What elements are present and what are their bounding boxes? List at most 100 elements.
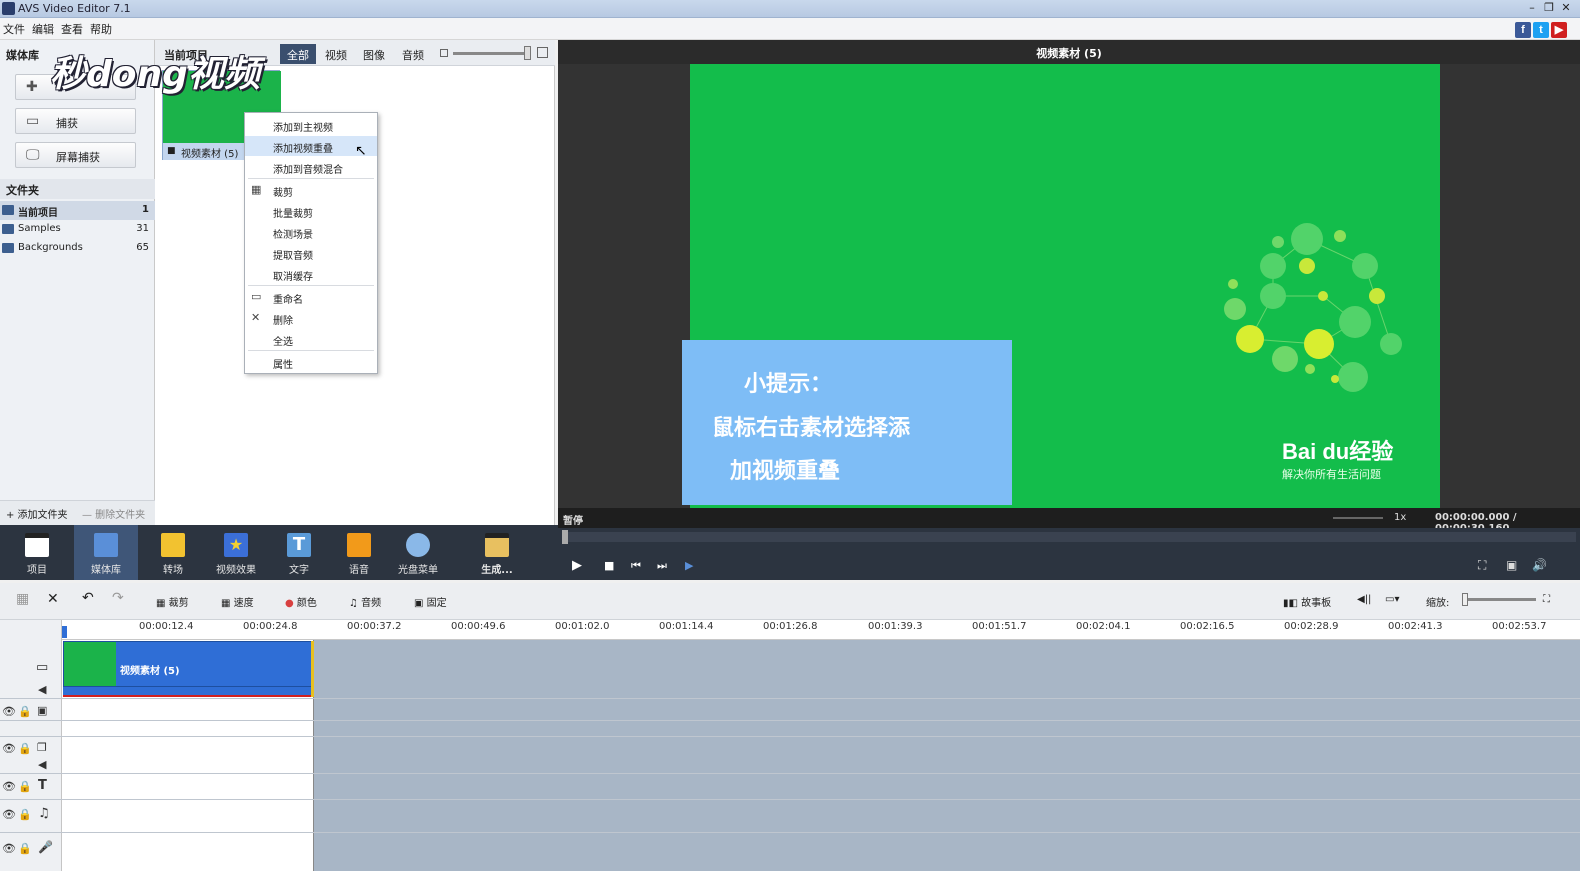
delete-icon[interactable]: ✕ xyxy=(47,591,59,607)
toolbar-text[interactable]: T 文字 xyxy=(267,525,331,580)
fit-timeline-icon[interactable]: ⛶ xyxy=(1543,594,1550,605)
grid-icon[interactable]: ▦ xyxy=(16,591,29,607)
trim-button[interactable]: ▦ 裁剪 xyxy=(156,594,189,609)
menu-item-add-audio-mix[interactable]: 添加到音频混合 xyxy=(245,157,377,177)
storyboard-button[interactable]: ▮◧ 故事板 xyxy=(1283,594,1331,609)
lock-icon[interactable]: 🔒 xyxy=(18,780,32,793)
color-button[interactable]: ● 颜色 xyxy=(285,594,317,609)
tip-line-2: 加视频重叠 xyxy=(730,459,841,484)
menu-item-add-main[interactable]: 添加到主视频 xyxy=(245,115,377,135)
maximize-button[interactable]: ❐ xyxy=(1541,1,1557,16)
storyboard-icon: ▮◧ xyxy=(1283,598,1302,609)
speed-slider[interactable] xyxy=(1333,517,1383,519)
tab-all[interactable]: 全部 xyxy=(280,44,316,64)
toolbar-transitions[interactable]: 转场 xyxy=(141,525,205,580)
menu-item-select-all[interactable]: 全选 xyxy=(245,329,377,349)
ruler-tick: 00:00:24.8 xyxy=(243,621,298,632)
seek-bar[interactable] xyxy=(562,532,1576,542)
toolbar-project[interactable]: 项目 xyxy=(5,525,69,580)
toolbar-label: 生成... xyxy=(481,565,513,576)
toolbar-voice[interactable]: 语音 xyxy=(327,525,391,580)
snapshot-icon[interactable]: ▣ xyxy=(1506,558,1517,572)
toolbar-label: 项目 xyxy=(27,565,47,576)
eye-icon[interactable]: 👁 xyxy=(2,742,16,755)
timeline-ruler[interactable]: 00:00:12.4 00:00:24.8 00:00:37.2 00:00:4… xyxy=(62,620,1580,640)
menu-file[interactable]: 文件 xyxy=(0,18,29,37)
menu-item-clear-cache[interactable]: 取消缓存 xyxy=(245,264,377,284)
undo-icon[interactable]: ↶ xyxy=(82,590,94,606)
zoom-slider[interactable] xyxy=(1462,598,1536,601)
youtube-icon[interactable]: ▶ xyxy=(1551,22,1567,38)
playhead[interactable] xyxy=(62,626,67,638)
clip-end-handle[interactable] xyxy=(311,641,314,697)
play-button[interactable]: ▶ xyxy=(572,558,582,573)
menu-view[interactable]: 查看 xyxy=(58,18,87,37)
folder-backgrounds[interactable]: Backgrounds 65 xyxy=(0,239,155,258)
delete-folder-button[interactable]: — 删除文件夹 xyxy=(82,506,145,521)
folder-icon xyxy=(2,224,14,234)
next-frame-button[interactable]: ⏭ xyxy=(657,559,667,573)
volume-icon[interactable]: 🔊 xyxy=(1532,558,1547,572)
display-mode-icon[interactable]: ▭▾ xyxy=(1385,594,1399,605)
menu-separator xyxy=(248,285,374,286)
toolbar-video-effects[interactable]: ★ 视频效果 xyxy=(204,525,268,580)
tab-video[interactable]: 视频 xyxy=(318,44,354,64)
timeline-clip[interactable]: 视频素材 (5) xyxy=(63,641,313,687)
stop-button[interactable]: ■ xyxy=(604,559,614,572)
facebook-icon[interactable]: f xyxy=(1515,22,1531,38)
clip-audio-track[interactable] xyxy=(63,687,313,697)
tab-audio[interactable]: 音频 xyxy=(395,44,431,64)
freeze-button[interactable]: ▣ 固定 xyxy=(414,594,447,609)
large-size-icon xyxy=(537,47,548,58)
lock-icon[interactable]: 🔒 xyxy=(18,705,32,718)
audio-mute-icon[interactable]: ◀ xyxy=(38,758,46,771)
tab-image[interactable]: 图像 xyxy=(356,44,392,64)
eye-icon[interactable]: 👁 xyxy=(2,780,16,793)
menu-item-rename[interactable]: ▭ 重命名 xyxy=(245,287,377,307)
loop-icon[interactable]: ▶ xyxy=(685,559,693,572)
menu-help[interactable]: 帮助 xyxy=(87,18,116,37)
audio-mute-icon[interactable]: ◀ xyxy=(38,683,46,696)
minimize-button[interactable]: – xyxy=(1524,1,1540,16)
video-icon: ■ xyxy=(167,146,176,156)
add-folder-button[interactable]: + 添加文件夹 xyxy=(6,506,68,521)
tip-line-1: 鼠标右击素材选择添 xyxy=(712,416,911,441)
menu-item-delete[interactable]: ✕ 删除 xyxy=(245,308,377,328)
capture-button[interactable]: ▭ 捕获 xyxy=(15,108,136,134)
thumb-size-slider[interactable] xyxy=(453,52,531,55)
lock-icon[interactable]: 🔒 xyxy=(18,842,32,855)
speed-icon: ▦ xyxy=(221,598,234,609)
toolbar-produce[interactable]: 生成... xyxy=(465,525,529,580)
main-toolbar: 项目 媒体库 转场 ★ 视频效果 T 文字 语音 光盘菜单 生成... xyxy=(0,525,558,580)
eye-icon[interactable]: 👁 xyxy=(2,705,16,718)
lock-icon[interactable]: 🔒 xyxy=(18,808,32,821)
screen-capture-button[interactable]: 🖵 屏幕捕获 xyxy=(15,142,136,168)
audio-levels-icon[interactable]: ◀|| xyxy=(1357,594,1371,605)
menu-item-extract-audio[interactable]: 提取音频 xyxy=(245,243,377,263)
eye-icon[interactable]: 👁 xyxy=(2,808,16,821)
close-button[interactable]: ✕ xyxy=(1558,1,1574,16)
fullscreen-icon[interactable]: ⛶ xyxy=(1478,558,1486,573)
eye-icon[interactable]: 👁 xyxy=(2,842,16,855)
menu-item-batch-trim[interactable]: 批量裁剪 xyxy=(245,201,377,221)
folder-samples[interactable]: Samples 31 xyxy=(0,220,155,239)
slider-handle[interactable] xyxy=(524,46,531,60)
prev-frame-button[interactable]: ⏮ xyxy=(631,559,641,573)
zoom-handle[interactable] xyxy=(1462,593,1468,606)
timeline-empty-area[interactable] xyxy=(314,640,1580,871)
menu-item-detect-scenes[interactable]: 检测场景 xyxy=(245,222,377,242)
menu-edit[interactable]: 编辑 xyxy=(29,18,58,37)
menu-item-trim[interactable]: ▦ 裁剪 xyxy=(245,180,377,200)
audio-button[interactable]: ♫ 音频 xyxy=(349,594,381,609)
mouse-cursor-icon: ↖ xyxy=(355,143,367,159)
seek-handle[interactable] xyxy=(562,530,568,544)
media-library-header: 媒体库 xyxy=(6,49,39,62)
speed-button[interactable]: ▦ 速度 xyxy=(221,594,254,609)
redo-icon[interactable]: ↷ xyxy=(112,590,124,606)
folder-current-project[interactable]: 当前项目 1 xyxy=(0,201,155,220)
menu-item-properties[interactable]: 属性 xyxy=(245,352,377,372)
toolbar-media-library[interactable]: 媒体库 xyxy=(74,525,138,580)
lock-icon[interactable]: 🔒 xyxy=(18,742,32,755)
twitter-icon[interactable]: t xyxy=(1533,22,1549,38)
toolbar-disc-menu[interactable]: 光盘菜单 xyxy=(386,525,450,580)
